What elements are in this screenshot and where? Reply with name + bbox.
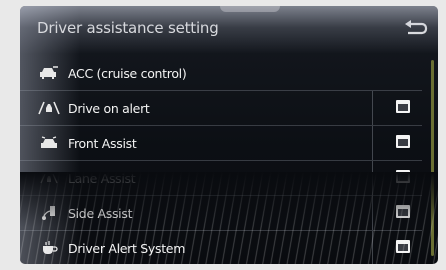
column-divider [372, 161, 373, 195]
page-title: Driver assistance setting [37, 19, 219, 37]
list-item-drive-on-alert[interactable]: Drive on alert [20, 91, 422, 126]
column-divider [372, 231, 373, 264]
list-item-label: Drive on alert [68, 100, 150, 116]
back-button[interactable] [398, 14, 432, 44]
coffee-cup-icon [38, 240, 60, 256]
list-item-lane-assist[interactable]: Lane Assist [20, 161, 422, 196]
scrollbar[interactable] [431, 60, 434, 256]
front-assist-car-icon [38, 135, 60, 151]
column-divider [372, 91, 373, 125]
checkbox-side-assist[interactable] [396, 205, 410, 218]
road-alert-icon [38, 100, 60, 116]
list-item-label: Front Assist [68, 135, 137, 151]
checkbox-front-assist[interactable] [396, 135, 410, 148]
assistance-list: ACC (cruise control) Drive on alert Fron… [20, 56, 422, 264]
list-item-side-assist[interactable]: Side Assist [20, 196, 422, 231]
infotainment-screen: Driver assistance setting ACC (cruise co… [20, 6, 438, 264]
bezel-notch [220, 6, 280, 12]
list-item-front-assist[interactable]: Front Assist [20, 126, 422, 161]
column-divider [372, 126, 373, 160]
checkbox-drive-on-alert[interactable] [396, 100, 410, 113]
list-item-label: Side Assist [68, 205, 133, 221]
return-arrow-icon [405, 20, 428, 35]
checkbox-driver-alert-system[interactable] [396, 240, 410, 253]
header-bar: Driver assistance setting [20, 6, 438, 52]
list-item-label: Lane Assist [68, 170, 136, 186]
checkbox-lane-assist[interactable] [396, 170, 410, 183]
list-item-driver-alert-system[interactable]: Driver Alert System [20, 231, 422, 264]
side-assist-icon [38, 205, 60, 221]
lane-assist-icon [38, 170, 60, 186]
list-item-label: Driver Alert System [68, 240, 186, 256]
column-divider [372, 196, 373, 230]
acc-car-icon [38, 65, 60, 81]
list-item-acc[interactable]: ACC (cruise control) [20, 56, 422, 91]
list-item-label: ACC (cruise control) [68, 65, 187, 81]
